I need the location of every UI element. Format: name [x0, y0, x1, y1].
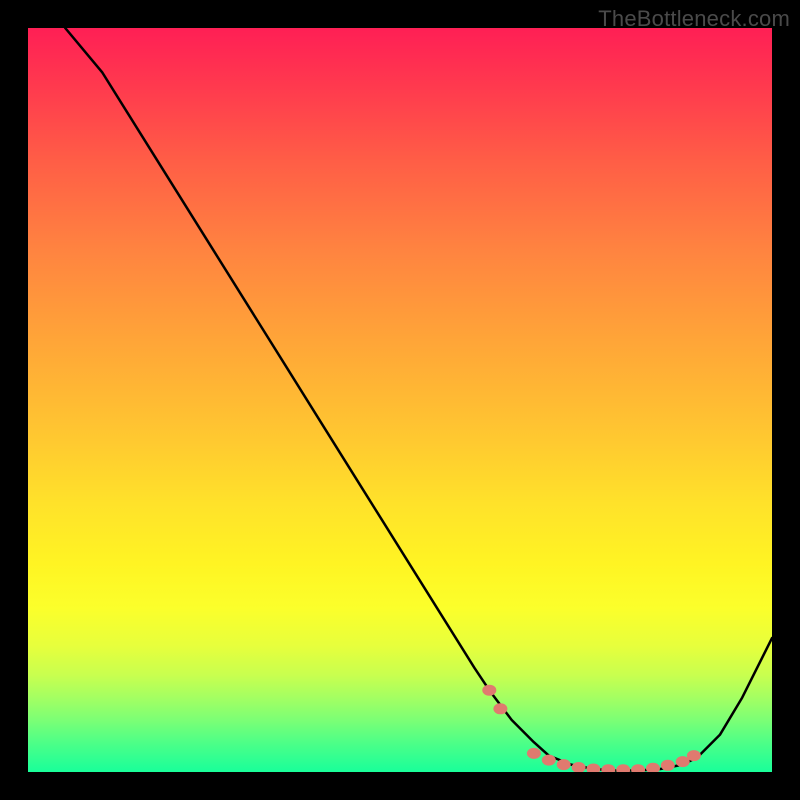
marker-dot: [493, 703, 507, 714]
watermark-text: TheBottleneck.com: [598, 6, 790, 32]
chart-frame: TheBottleneck.com: [0, 0, 800, 800]
marker-dot: [586, 764, 600, 773]
curve-path: [65, 28, 772, 771]
marker-dot: [661, 760, 675, 771]
bottleneck-curve: [65, 28, 772, 771]
highlighted-points: [482, 685, 701, 772]
plot-area: [28, 28, 772, 772]
marker-dot: [631, 764, 645, 772]
marker-dot: [601, 764, 615, 772]
marker-dot: [616, 764, 630, 772]
marker-dot: [646, 763, 660, 772]
chart-svg: [28, 28, 772, 772]
marker-dot: [687, 750, 701, 761]
marker-dot: [557, 759, 571, 770]
marker-dot: [572, 762, 586, 772]
marker-dot: [482, 685, 496, 696]
marker-dot: [542, 755, 556, 766]
marker-dot: [527, 748, 541, 759]
